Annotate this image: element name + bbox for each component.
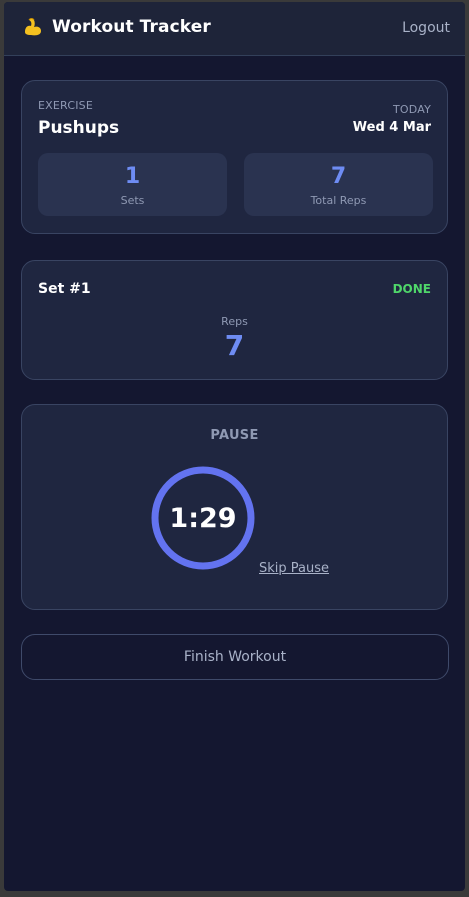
app-frame: Workout Tracker Logout EXERCISE Pushups … (4, 2, 465, 891)
reps-value: 7 (224, 329, 245, 362)
set-card: Set #1 DONE Reps 7 (21, 260, 448, 380)
skip-pause-link[interactable]: Skip Pause (259, 561, 329, 576)
set-title: Set #1 (38, 281, 91, 297)
exercise-name: Pushups (38, 118, 120, 138)
sets-value: 1 (124, 164, 141, 189)
finish-workout-label: Finish Workout (183, 649, 287, 665)
pause-title: PAUSE (210, 428, 259, 443)
today-label: TODAY (392, 103, 431, 116)
finish-workout-button[interactable]: Finish Workout (21, 634, 449, 680)
reps-label: Reps (221, 315, 248, 328)
pause-card: PAUSE 1:29 Skip Pause (21, 404, 448, 610)
total-reps-stat: 7 Total Reps (244, 153, 433, 216)
sets-label: Sets (120, 194, 145, 207)
logout-link[interactable]: Logout (402, 20, 450, 36)
top-bar: Workout Tracker Logout (4, 2, 465, 56)
flexed-biceps-icon (22, 16, 44, 38)
total-reps-label: Total Reps (310, 194, 367, 207)
timer-display: 1:29 (169, 502, 237, 534)
app-title: Workout Tracker (52, 17, 211, 37)
total-reps-value: 7 (330, 164, 347, 189)
set-status-badge: DONE (392, 282, 431, 296)
sets-stat: 1 Sets (38, 153, 227, 216)
today-date: Wed 4 Mar (352, 120, 431, 135)
exercise-label: EXERCISE (38, 99, 93, 112)
exercise-card: EXERCISE Pushups TODAY Wed 4 Mar 1 Sets … (21, 80, 448, 234)
brand: Workout Tracker (22, 16, 211, 38)
